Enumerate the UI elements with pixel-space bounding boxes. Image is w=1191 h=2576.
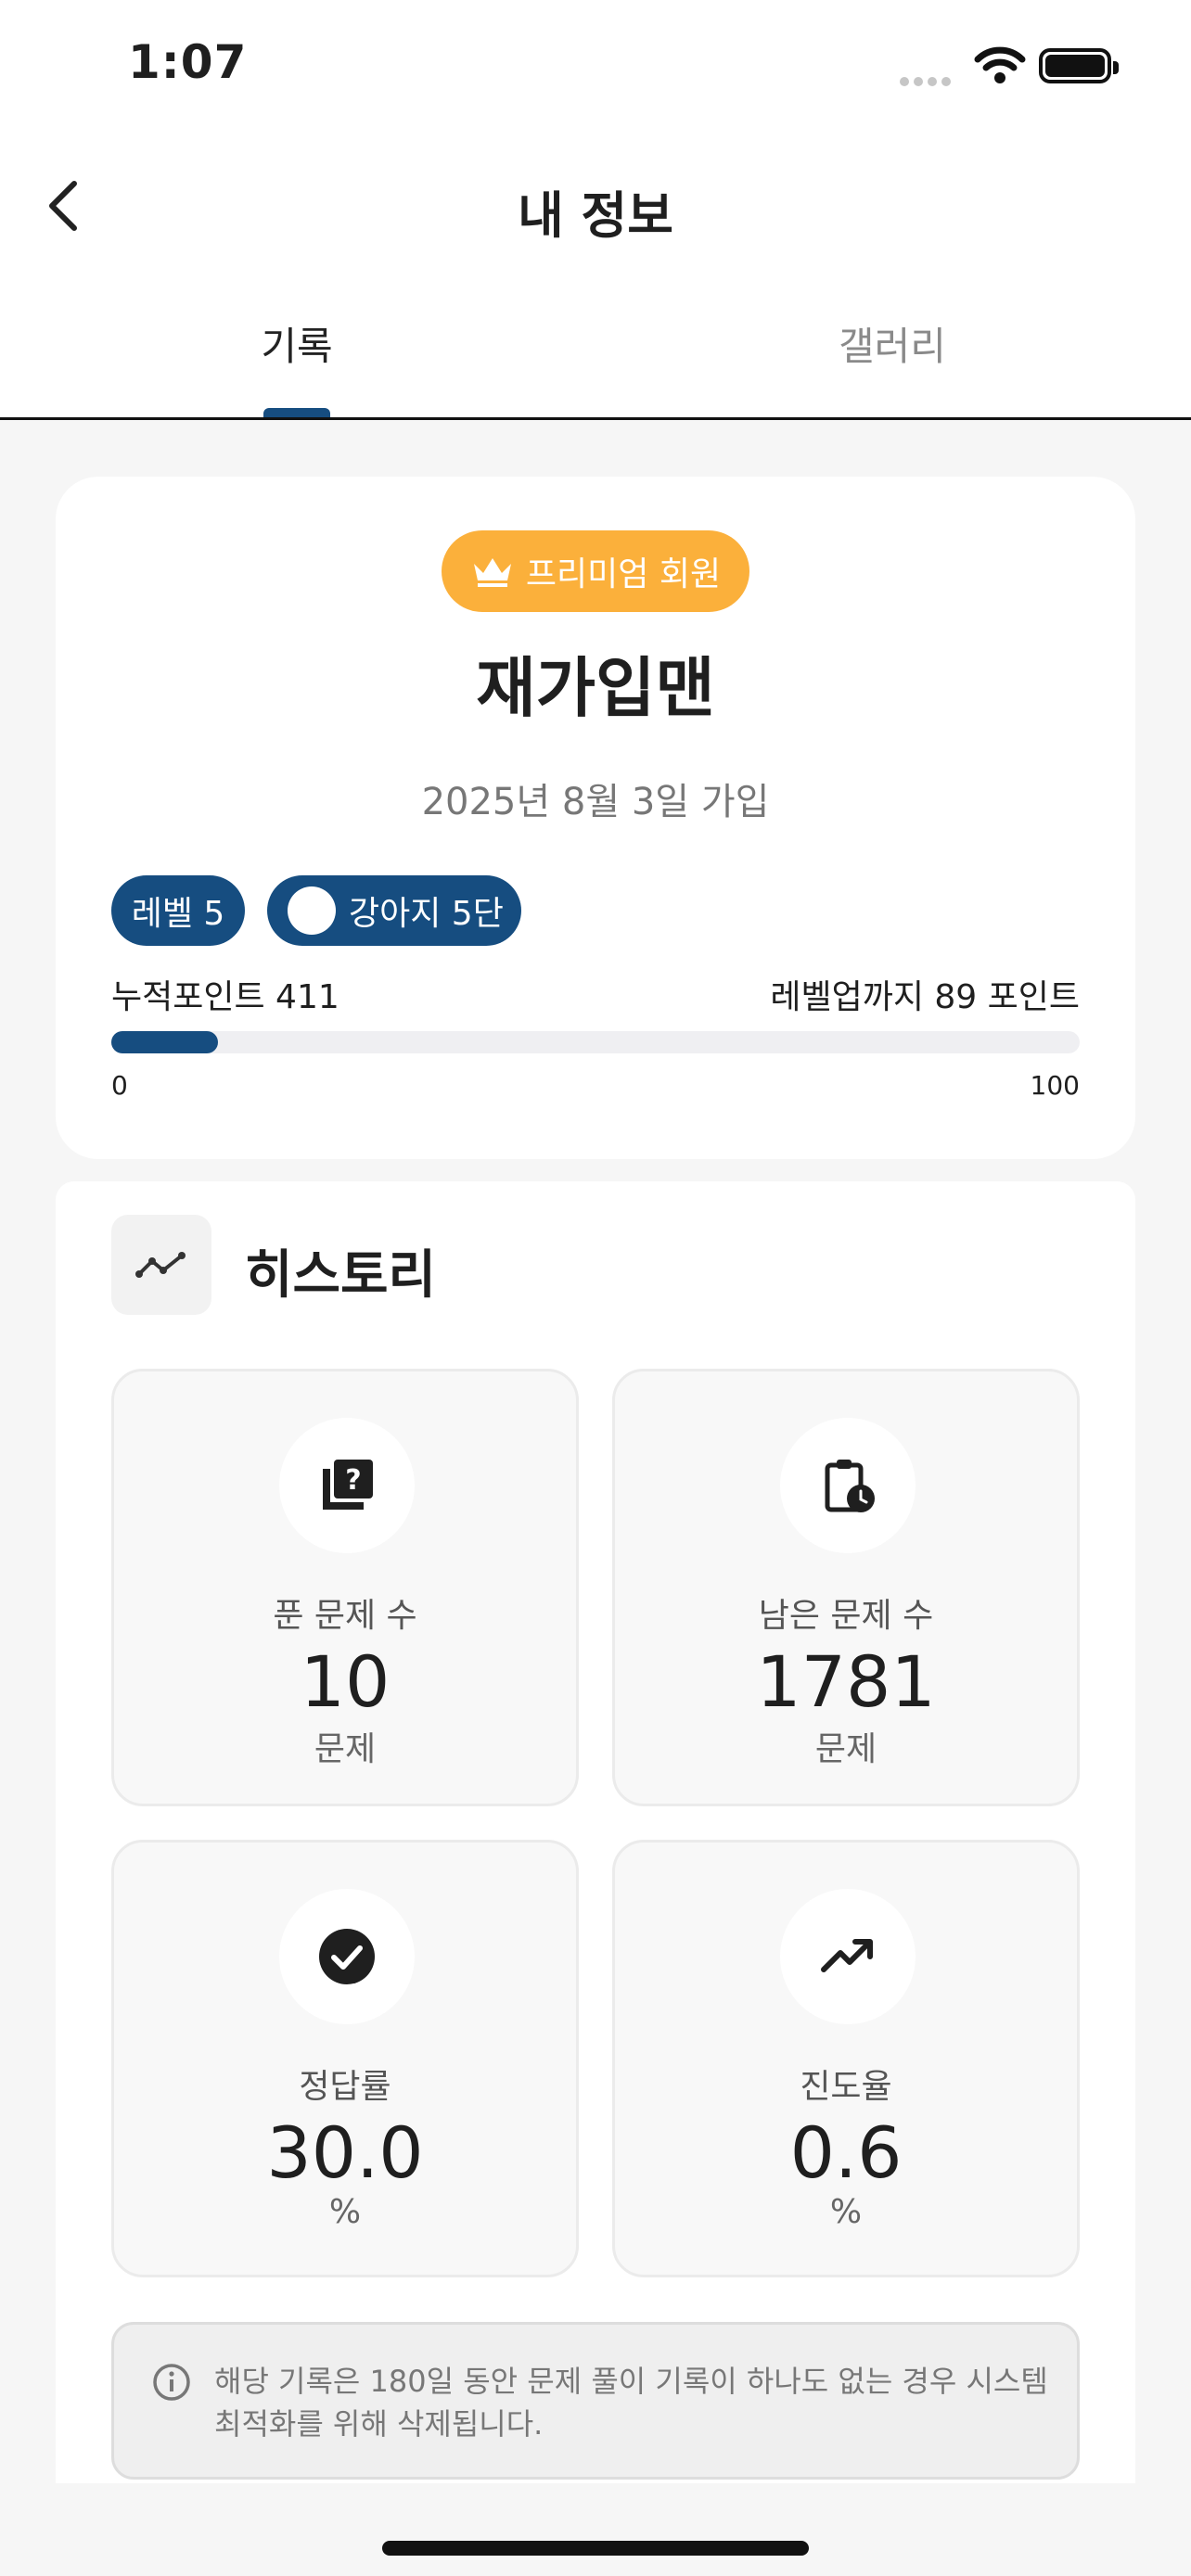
- status-bar: 1:07: [0, 0, 1191, 139]
- svg-text:?: ?: [345, 1464, 361, 1497]
- signal-icon: [900, 72, 955, 90]
- points-to-level-up: 레벨업까지 89 포인트: [770, 978, 1080, 1016]
- crown-icon: [473, 558, 511, 587]
- history-title: 히스토리: [245, 1245, 437, 1306]
- check-circle-icon: [279, 1889, 415, 2024]
- retention-notice: 해당 기록은 180일 동안 문제 풀이 기록이 하나도 없는 경우 시스템 최…: [111, 2322, 1080, 2480]
- level-progress-fill: [111, 1031, 218, 1053]
- stat-card-progress: 진도율 0.6 %: [612, 1840, 1080, 2277]
- home-indicator[interactable]: [382, 2541, 809, 2556]
- stat-card-solved: ? 푼 문제 수 10 문제: [111, 1369, 579, 1806]
- stat-value: 0.6: [789, 2111, 903, 2194]
- stat-label: 남은 문제 수: [758, 1597, 934, 1635]
- history-section: 히스토리 ? 푼 문제 수 10 문제 남은 문제 수 1781 문제 정답률 …: [56, 1181, 1135, 2483]
- stat-label: 정답률: [299, 2068, 391, 2106]
- tab-records[interactable]: 기록: [0, 315, 594, 372]
- tab-divider: [0, 417, 1191, 420]
- dog-avatar-icon: 🐱: [288, 886, 336, 935]
- accumulated-points: 누적포인트 411: [111, 978, 339, 1016]
- join-date: 2025년 8월 3일 가입: [421, 781, 770, 823]
- stat-label: 진도율: [800, 2068, 892, 2106]
- quiz-icon: ?: [279, 1418, 415, 1553]
- trending-up-icon: [780, 1889, 916, 2024]
- stat-card-remaining: 남은 문제 수 1781 문제: [612, 1369, 1080, 1806]
- stat-label: 푼 문제 수: [273, 1597, 417, 1635]
- rank-pill: 🐱 강아지 5단: [267, 875, 521, 946]
- stat-value: 1781: [756, 1640, 936, 1723]
- wifi-icon: [974, 46, 1026, 83]
- level-progress-bar: [111, 1031, 1080, 1053]
- stat-value: 10: [300, 1640, 391, 1723]
- stat-unit: %: [328, 2193, 362, 2231]
- progress-min: 0: [111, 1070, 128, 1101]
- history-chart-icon: [111, 1215, 211, 1315]
- active-tab-indicator: [263, 408, 330, 417]
- stat-value: 30.0: [266, 2111, 424, 2194]
- stat-unit: %: [829, 2193, 863, 2231]
- stat-unit: 문제: [814, 1730, 877, 1768]
- premium-badge: 프리미엄 회원: [442, 530, 749, 612]
- premium-badge-label: 프리미엄 회원: [525, 555, 722, 593]
- level-pill: 레벨 5: [111, 875, 245, 946]
- page-title: 내 정보: [518, 186, 673, 245]
- user-name: 재가입맨: [476, 650, 715, 726]
- status-time: 1:07: [128, 35, 248, 89]
- stat-card-accuracy: 정답률 30.0 %: [111, 1840, 579, 2277]
- info-icon: [153, 2364, 190, 2401]
- tab-gallery[interactable]: 갤러리: [596, 315, 1189, 372]
- notice-text: 해당 기록은 180일 동안 문제 풀이 기록이 하나도 없는 경우 시스템 최…: [214, 2364, 1048, 2442]
- stat-unit: 문제: [314, 1730, 377, 1768]
- progress-max: 100: [1030, 1070, 1080, 1101]
- battery-icon: [1039, 48, 1119, 83]
- clipboard-clock-icon: [780, 1418, 916, 1553]
- profile-card: 프리미엄 회원 재가입맨 2025년 8월 3일 가입 레벨 5 🐱 강아지 5…: [56, 477, 1135, 1159]
- rank-label: 강아지 5단: [349, 895, 504, 933]
